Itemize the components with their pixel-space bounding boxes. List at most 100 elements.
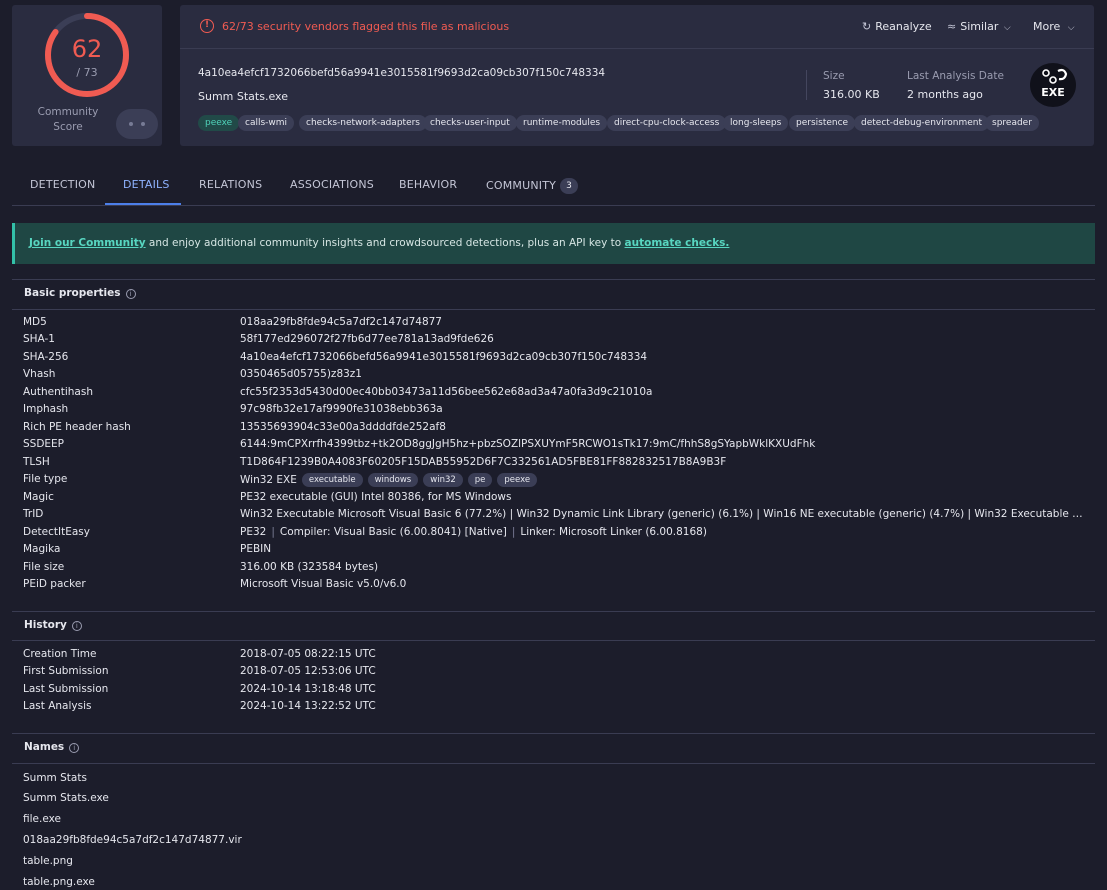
tag-win32[interactable]: win32: [423, 473, 463, 487]
names-label: Names: [24, 741, 65, 753]
rich-pe-key: Rich PE header hash: [23, 421, 131, 433]
similar-label: Similar: [960, 20, 999, 33]
chevron-down-icon: ⌵: [1067, 23, 1075, 33]
community-banner-text: Join our Community and enjoy additional …: [29, 237, 729, 249]
tabs-divider: [12, 205, 1095, 206]
similar-button[interactable]: ≈ Similar ⌵: [947, 20, 1011, 33]
name-item: table.png.exe: [23, 876, 95, 888]
tag-checks-user-input[interactable]: checks-user-input: [423, 115, 517, 131]
tab-details[interactable]: DETAILS: [123, 178, 170, 191]
tag-direct-cpu-clock-access[interactable]: direct-cpu-clock-access: [607, 115, 727, 131]
tag-runtime-modules[interactable]: runtime-modules: [516, 115, 608, 131]
community-count-badge: 3: [560, 178, 579, 194]
ssdeep-value[interactable]: 6144:9mCPXrrfh4399tbz+tk2OD8ggJgH5hz+pbz…: [240, 438, 815, 450]
sha256-key: SHA-256: [23, 351, 69, 363]
section-divider: [12, 733, 1095, 734]
authentihash-value[interactable]: cfc55f2353d5430d00ec40bb03473a11d56bee56…: [240, 386, 652, 398]
md5-value[interactable]: 018aa29fb8fde94c5a7df2c147d74877: [240, 316, 442, 328]
names-title: Names i: [24, 741, 80, 753]
size-value: 316.00 KB: [823, 88, 880, 101]
automate-checks-link[interactable]: automate checks.: [625, 237, 730, 249]
reanalyze-button[interactable]: ↻ Reanalyze: [862, 20, 932, 33]
info-icon[interactable]: i: [71, 621, 82, 631]
detection-total: / 73: [76, 66, 98, 79]
rich-pe-value[interactable]: 13535693904c33e00a3ddddfde252af8: [240, 421, 446, 433]
tag-long-sleeps[interactable]: long-sleeps: [723, 115, 789, 131]
tag-peexe[interactable]: peexe: [497, 473, 538, 487]
more-button[interactable]: More ⌵: [1033, 20, 1075, 33]
vhash-value[interactable]: 0350465d05755)z83z1: [240, 368, 362, 380]
peid-key: PEiD packer: [23, 578, 86, 590]
tag-calls-wmi[interactable]: calls-wmi: [238, 115, 295, 131]
active-tab-indicator: [105, 203, 181, 205]
last-analysis-key: Last Analysis: [23, 700, 92, 712]
name-item: Summ Stats.exe: [23, 792, 109, 804]
tag-windows[interactable]: windows: [367, 473, 419, 487]
file-type-value: Win32 EXE executable windows win32 pe peexe: [240, 473, 538, 487]
ssdeep-key: SSDEEP: [23, 438, 65, 450]
trid-value: Win32 Executable Microsoft Visual Basic …: [240, 508, 1085, 520]
first-submission-key: First Submission: [23, 665, 109, 677]
similar-icon: ≈: [947, 20, 957, 33]
file-type-badge-label: EXE: [1041, 86, 1065, 99]
tab-relations[interactable]: RELATIONS: [199, 178, 262, 191]
tag-persistence[interactable]: persistence: [789, 115, 856, 131]
creation-time-key: Creation Time: [23, 648, 97, 660]
file-size-value: 316.00 KB (323584 bytes): [240, 561, 379, 573]
chevron-down-icon: ⌵: [1003, 23, 1011, 33]
detectiteasy-key: DetectItEasy: [23, 526, 90, 538]
tlsh-key: TLSH: [23, 456, 50, 468]
section-divider: [12, 640, 1095, 641]
section-divider: [12, 763, 1095, 764]
tag-detect-debug-environment[interactable]: detect-debug-environment: [854, 115, 989, 131]
sha256-value[interactable]: 4a10ea4efcf1732066befd56a9941e3015581f96…: [240, 351, 647, 363]
meta-divider: [806, 70, 807, 100]
detectiteasy-value: PE32 | Compiler: Visual Basic (6.00.8041) …: [240, 526, 707, 538]
name-item: Summ Stats: [23, 772, 87, 784]
file-sha256[interactable]: 4a10ea4efcf1732066befd56a9941e3015581f96…: [198, 67, 605, 79]
magika-key: Magika: [23, 543, 61, 555]
tag-executable[interactable]: executable: [301, 473, 363, 487]
peid-value: Microsoft Visual Basic v5.0/v6.0: [240, 578, 407, 590]
alert-icon: !: [200, 19, 214, 33]
md5-key: MD5: [23, 316, 47, 328]
tag-pe[interactable]: pe: [467, 473, 493, 487]
basic-properties-title: Basic properties i: [24, 287, 136, 299]
sha1-value[interactable]: 58f177ed296072f27fb6d77ee781a13ad9fde626: [240, 333, 494, 345]
community-vote-toggle[interactable]: [116, 109, 158, 139]
tag-peexe[interactable]: peexe: [198, 115, 240, 131]
imphash-value[interactable]: 97c98fb32e17af9990fe31038ebb363a: [240, 403, 443, 415]
last-analysis-date-value: 2024-10-14 13:22:52 UTC: [240, 700, 376, 712]
section-divider: [12, 279, 1095, 280]
history-label: History: [24, 619, 67, 631]
first-submission-value: 2018-07-05 12:53:06 UTC: [240, 665, 376, 677]
community-score-label: Community Score: [37, 106, 99, 133]
section-divider: [12, 611, 1095, 612]
file-header-card: ! 62/73 security vendors flagged this fi…: [180, 5, 1094, 146]
size-label: Size: [823, 70, 845, 82]
last-analysis-label: Last Analysis Date: [907, 70, 1004, 82]
info-icon[interactable]: i: [125, 289, 136, 299]
trid-key: TrID: [23, 508, 44, 520]
community-banner: Join our Community and enjoy additional …: [12, 223, 1095, 264]
tag-spreader[interactable]: spreader: [985, 115, 1039, 131]
tab-community[interactable]: COMMUNITY 3: [486, 178, 579, 194]
magic-value: PE32 executable (GUI) Intel 80386, for M…: [240, 491, 512, 503]
file-size-key: File size: [23, 561, 65, 573]
authentihash-key: Authentihash: [23, 386, 93, 398]
die-format: PE32: [240, 526, 267, 538]
tab-behavior[interactable]: BEHAVIOR: [399, 178, 457, 191]
imphash-key: Imphash: [23, 403, 69, 415]
name-item: file.exe: [23, 813, 61, 825]
magika-value: PEBIN: [240, 543, 272, 555]
tag-checks-network-adapters[interactable]: checks-network-adapters: [299, 115, 427, 131]
vote-down-icon: [129, 122, 133, 126]
tab-detection[interactable]: DETECTION: [30, 178, 95, 191]
join-community-link[interactable]: Join our Community: [29, 237, 146, 249]
info-icon[interactable]: i: [69, 743, 80, 753]
tlsh-value[interactable]: T1D864F1239B0A4083F60205F15DAB55952D6F7C…: [240, 456, 726, 468]
sha1-key: SHA-1: [23, 333, 55, 345]
file-name: Summ Stats.exe: [198, 90, 288, 103]
die-compiler: Compiler: Visual Basic (6.00.8041) [Nati…: [279, 526, 507, 538]
tab-associations[interactable]: ASSOCIATIONS: [290, 178, 374, 191]
